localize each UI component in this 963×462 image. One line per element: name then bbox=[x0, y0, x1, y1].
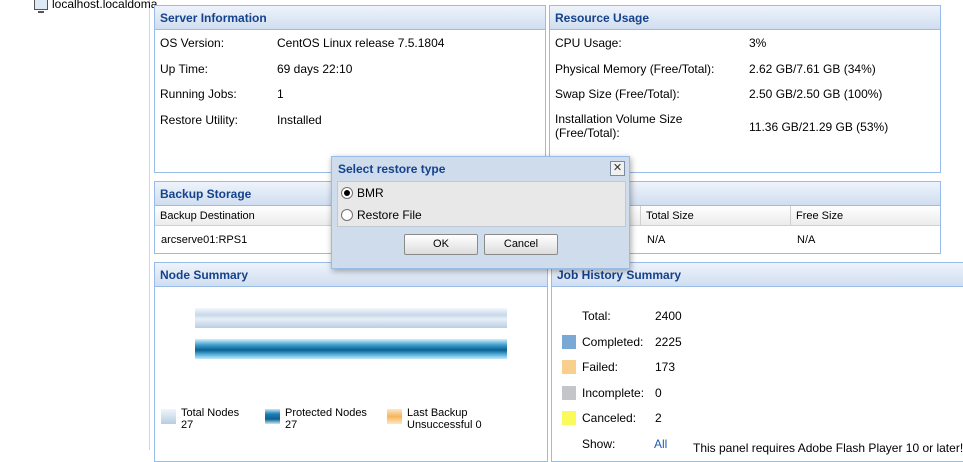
physical-memory-row: Physical Memory (Free/Total): 2.62 GB/7.… bbox=[555, 59, 935, 79]
server-information-panel: Server Information OS Version: CentOS Li… bbox=[154, 5, 546, 173]
restore-options: BMR Restore File bbox=[337, 181, 626, 227]
job-failed-label: Failed: bbox=[582, 360, 619, 374]
uptime-row: Up Time: 69 days 22:10 bbox=[160, 59, 540, 79]
failed-swatch bbox=[562, 360, 576, 374]
panel-title: Backup Storage bbox=[160, 187, 252, 201]
install-volume-key: Installation Volume Size (Free/Total): bbox=[555, 112, 682, 140]
resource-usage-panel: Resource Usage CPU Usage: 3% Physical Me… bbox=[549, 5, 941, 173]
show-all-link[interactable]: All bbox=[654, 434, 667, 454]
restore-utility-value: Installed bbox=[277, 113, 322, 127]
swap-size-value: 2.50 GB/2.50 GB (100%) bbox=[749, 87, 883, 101]
resource-usage-header: Resource Usage bbox=[550, 6, 940, 30]
dialog-title: Select restore type bbox=[338, 162, 446, 176]
os-version-value: CentOS Linux release 7.5.1804 bbox=[277, 36, 445, 50]
node-summary-panel: Node Summary Total Nodes 27 Protected No… bbox=[154, 262, 548, 462]
legend-label-2: Unsuccessful bbox=[407, 419, 473, 431]
column-free-size[interactable]: Free Size bbox=[791, 206, 942, 226]
incomplete-swatch bbox=[562, 386, 576, 400]
legend-label: Last Backup bbox=[407, 407, 468, 419]
restore-utility-row: Restore Utility: Installed bbox=[160, 110, 540, 130]
completed-swatch bbox=[562, 335, 576, 349]
cancel-button[interactable]: Cancel bbox=[484, 234, 558, 255]
legend-label: Protected Nodes bbox=[285, 407, 367, 419]
job-completed-value: 2225 bbox=[655, 335, 682, 349]
swap-size-row: Swap Size (Free/Total): 2.50 GB/2.50 GB … bbox=[555, 84, 935, 104]
running-jobs-value: 1 bbox=[277, 87, 284, 101]
tree-node-localhost[interactable]: localhost.localdoma bbox=[34, 0, 158, 13]
panel-title: Job History Summary bbox=[557, 268, 682, 282]
show-label: Show: bbox=[582, 437, 616, 451]
job-show-row: Show: All This panel requires Adobe Flas… bbox=[562, 434, 963, 455]
column-total-size[interactable]: Total Size bbox=[641, 206, 791, 226]
ok-button[interactable]: OK bbox=[404, 234, 478, 255]
running-jobs-key: Running Jobs: bbox=[160, 87, 237, 101]
job-incomplete-value: 0 bbox=[655, 386, 662, 400]
physical-memory-value: 2.62 GB/7.61 GB (34%) bbox=[749, 62, 876, 76]
restore-file-label: Restore File bbox=[357, 208, 422, 222]
job-total-label: Total: bbox=[582, 309, 611, 323]
job-completed-label: Completed: bbox=[582, 335, 644, 349]
uptime-value: 69 days 22:10 bbox=[277, 62, 353, 76]
free-size-cell: N/A bbox=[797, 234, 816, 246]
install-volume-key-line2: (Free/Total): bbox=[555, 126, 620, 140]
total-nodes-swatch bbox=[161, 409, 176, 424]
legend-text: Last Backup Unsuccessful 0 bbox=[407, 407, 482, 431]
bmr-label: BMR bbox=[357, 186, 384, 200]
panel-title: Resource Usage bbox=[555, 11, 650, 25]
os-version-key: OS Version: bbox=[160, 36, 225, 50]
swap-size-key: Swap Size (Free/Total): bbox=[555, 87, 680, 101]
legend-value: 27 bbox=[285, 419, 298, 431]
physical-memory-key: Physical Memory (Free/Total): bbox=[555, 62, 715, 76]
running-jobs-row: Running Jobs: 1 bbox=[160, 84, 540, 104]
select-restore-type-dialog: Select restore type ✕ BMR Restore File O… bbox=[331, 156, 630, 269]
install-volume-row: Installation Volume Size (Free/Total): 1… bbox=[555, 110, 935, 142]
install-volume-key-line1: Installation Volume Size bbox=[555, 112, 683, 126]
total-size-cell: N/A bbox=[647, 234, 666, 246]
total-nodes-bar bbox=[195, 308, 507, 328]
bmr-radio[interactable] bbox=[341, 187, 353, 199]
panel-title: Server Information bbox=[160, 11, 267, 25]
canceled-swatch bbox=[562, 411, 576, 425]
flash-notice: This panel requires Adobe Flash Player 1… bbox=[693, 441, 963, 455]
protected-nodes-swatch bbox=[265, 409, 280, 424]
option-restore-file[interactable]: Restore File bbox=[341, 205, 422, 225]
tree-node-label: localhost.localdoma bbox=[52, 0, 158, 11]
legend-value: 27 bbox=[181, 419, 194, 431]
close-icon[interactable]: ✕ bbox=[610, 161, 625, 176]
legend-value: 0 bbox=[475, 419, 482, 431]
legend-label: Total Nodes bbox=[181, 407, 240, 419]
job-canceled-value: 2 bbox=[655, 411, 662, 425]
job-incomplete-label: Incomplete: bbox=[582, 386, 645, 400]
cpu-usage-value: 3% bbox=[749, 36, 767, 50]
last-backup-swatch bbox=[387, 409, 402, 424]
computer-icon bbox=[34, 0, 48, 13]
job-failed-value: 173 bbox=[655, 360, 676, 374]
option-bmr[interactable]: BMR bbox=[341, 183, 384, 203]
job-canceled-label: Canceled: bbox=[582, 411, 637, 425]
panel-title: Node Summary bbox=[160, 268, 249, 282]
uptime-key: Up Time: bbox=[160, 62, 209, 76]
left-tree-pane: localhost.localdoma bbox=[0, 0, 157, 450]
restore-file-radio[interactable] bbox=[341, 209, 353, 221]
legend-text: Protected Nodes 27 bbox=[285, 407, 367, 431]
os-version-row: OS Version: CentOS Linux release 7.5.180… bbox=[160, 33, 540, 53]
server-information-header: Server Information bbox=[155, 6, 545, 30]
cpu-usage-row: CPU Usage: 3% bbox=[555, 33, 935, 53]
destination-cell: arcserve01:RPS1 bbox=[161, 234, 248, 246]
restore-utility-key: Restore Utility: bbox=[160, 113, 239, 127]
job-total-value: 2400 bbox=[655, 309, 682, 323]
job-history-panel: Job History Summary Total: 2400 Complete… bbox=[551, 262, 963, 462]
legend-text: Total Nodes 27 bbox=[181, 407, 239, 431]
protected-nodes-bar bbox=[195, 339, 507, 359]
install-volume-value: 11.36 GB/21.29 GB (53%) bbox=[749, 120, 889, 134]
cpu-usage-key: CPU Usage: bbox=[555, 36, 622, 50]
